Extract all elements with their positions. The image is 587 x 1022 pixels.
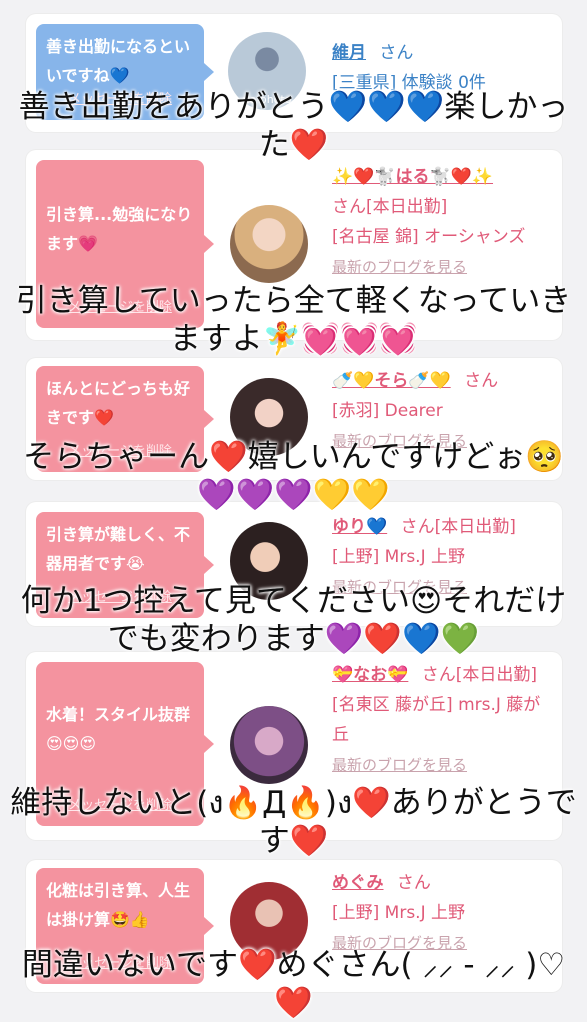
latest-blog-link[interactable]: 最新のブログを見る [332,756,467,774]
profile-detail: [名古屋 錦] オーシャンズ [332,227,526,247]
message-text: 化粧は引き算、人生は掛け算🤩👍 [46,881,191,929]
avatar[interactable] [230,706,308,784]
overlay-caption: 善き出勤をありがとう💙💙💙楽しかった❤️ [18,89,569,163]
profile-info: ✨❤️🐩はる🐩❤️✨ さん[本日出勤] [名古屋 錦] オーシャンズ 最新のブロ… [332,162,554,282]
profile-detail: [赤羽] Dearer [332,401,443,421]
profile-name[interactable]: 💝なお💝 [332,665,408,685]
overlay-caption: 間違いないです❤️めぐさん( ⸝⸝ - ⸝⸝ )♡❤️ [21,947,566,1021]
profile-detail: [上野] Mrs.J 上野 [332,903,466,923]
message-text: 善き出勤になるといいですね💙 [46,37,191,85]
bubble-tail [204,556,214,574]
name-suffix: さん [396,873,431,893]
message-text: 水着！スタイル抜群😍😍😍 [46,705,191,753]
bubble-tail [204,63,214,81]
bubble-tail [204,410,214,428]
avatar[interactable] [230,205,308,283]
profile-detail: [上野] Mrs.J 上野 [332,547,466,567]
message-text: 引き算...勉強になります💗 [46,205,193,253]
profile-detail: [名東区 藤が丘] mrs.J 藤が丘 [332,695,541,745]
name-suffix: さん[本日出勤] [400,517,516,537]
profile-name[interactable]: ゆり💙 [332,517,387,537]
overlay-caption: そらちゃーん❤️嬉しいんですけどぉ🥺💜💜💜💛💛 [23,439,564,513]
bubble-tail [204,235,214,253]
bubble-tail [204,735,214,753]
overlay-caption: 引き算していったら全て軽くなっていきますよ🧚💓💓💓 [15,283,572,357]
latest-blog-link[interactable]: 最新のブログを見る [332,258,467,276]
overlay-caption: 何か1つ控えて見てください😍それだけでも変わります💜❤️💙💚 [20,583,567,657]
profile-name[interactable]: 🍼💛そら🍼💛 [332,371,451,391]
profile-name[interactable]: ✨❤️🐩はる🐩❤️✨ [332,167,493,187]
profile-name[interactable]: めぐみ [332,873,384,893]
name-suffix: さん[本日出勤] [421,665,538,685]
name-suffix: さん [464,371,499,391]
overlay-caption: 維持しないと(ง🔥Д🔥)ง❤️ありがとうです❤️ [10,785,577,859]
profile-name[interactable]: 維月 [332,43,366,63]
profile-info: 💝なお💝 さん[本日出勤] [名東区 藤が丘] mrs.J 藤が丘 最新のブログ… [332,660,554,780]
name-suffix: さん [379,43,414,63]
message-text: ほんとにどっちも好きです❤️ [46,379,191,427]
profile-info: めぐみ さん [上野] Mrs.J 上野 最新のブログを見る [332,868,554,958]
name-suffix: さん[本日出勤] [332,197,448,217]
message-text: 引き算が難しく、不器用者です😭 [46,525,191,573]
bubble-tail [204,917,214,935]
